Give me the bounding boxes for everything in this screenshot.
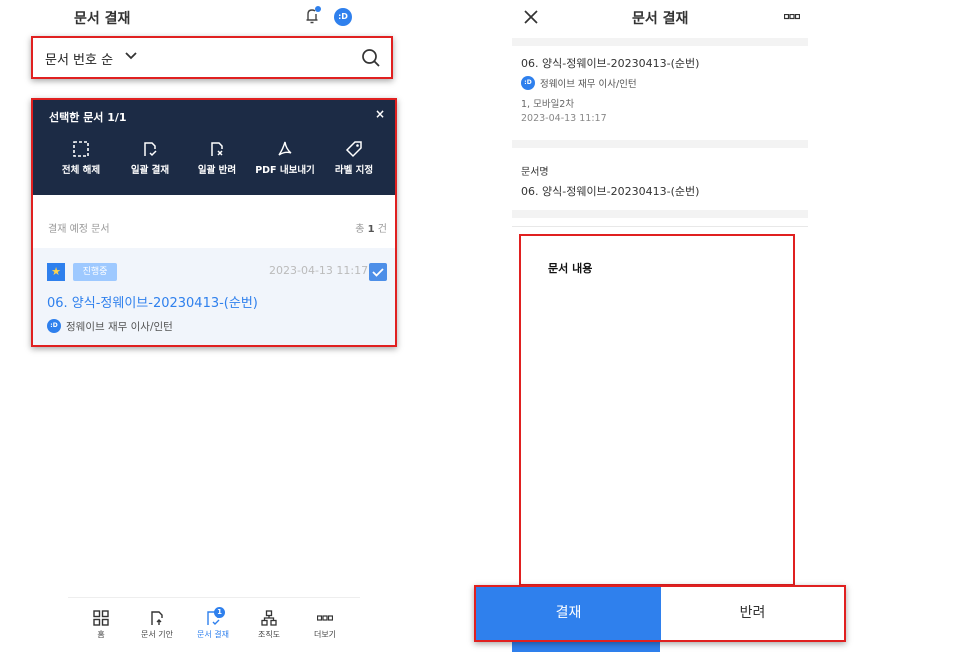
doc-title: 06. 양식-정웨이브-20230413-(순번): [521, 57, 700, 70]
avatar[interactable]: :D: [334, 8, 352, 26]
action-bar: 결재 반려: [474, 585, 846, 642]
close-icon[interactable]: ×: [375, 107, 385, 121]
nav-badge: 1: [214, 607, 225, 618]
nav-label: 조직도: [257, 630, 281, 639]
content-area: 문서 내용: [519, 234, 795, 586]
doc-date: 2023-04-13 11:17: [521, 113, 607, 124]
selection-panel: 선택한 문서 1/1 × 전체 해제 일괄 결재 일괄 반려 PDF 내보내기 …: [31, 98, 397, 347]
nav-label: 문서 기안: [141, 630, 173, 639]
action-label: 라벨 지정: [334, 165, 374, 176]
chevron-down-icon[interactable]: [125, 52, 137, 60]
content-label: 문서 내용: [548, 262, 593, 275]
nav-org[interactable]: 조직도: [241, 610, 297, 640]
org-chart-icon: [261, 610, 277, 626]
author-avatar: :D: [521, 76, 535, 90]
notification-dot: [315, 6, 321, 12]
more-icon: [317, 615, 333, 621]
approve-doc-icon: [144, 142, 157, 157]
divider: [512, 38, 808, 46]
action-label: 일괄 결재: [130, 165, 170, 176]
sort-dropdown-label[interactable]: 문서 번호 순: [45, 49, 113, 68]
close-icon[interactable]: [524, 10, 538, 24]
page-title: 문서 결재: [74, 11, 131, 27]
section-label: 결재 예정 문서: [48, 224, 110, 235]
author-avatar: :D: [47, 319, 61, 333]
page-title: 문서 결재: [632, 11, 689, 27]
action-label: PDF 내보내기: [255, 165, 315, 176]
more-icon[interactable]: [784, 14, 800, 20]
nav-more[interactable]: 더보기: [297, 610, 353, 640]
field-value: 06. 양식-정웨이브-20230413-(순번): [521, 185, 700, 198]
doc-date: 2023-04-13 11:17: [269, 264, 369, 277]
nav-label: 홈: [97, 630, 105, 639]
section-count: 총 1 건: [355, 224, 387, 235]
selection-count: 선택한 문서 1/1: [49, 111, 127, 124]
pdf-icon: [278, 141, 292, 156]
search-icon[interactable]: [361, 48, 381, 68]
pdf-export-button[interactable]: PDF 내보내기: [252, 140, 318, 176]
checkbox[interactable]: [369, 263, 387, 281]
nav-draft[interactable]: 문서 기안: [129, 610, 185, 640]
draft-doc-icon: [151, 611, 163, 625]
select-all-icon: [73, 141, 89, 157]
list-item[interactable]: ★ 진행중 2023-04-13 11:17 06. 양식-정웨이브-20230…: [33, 248, 395, 345]
nav-label: 더보기: [313, 630, 337, 639]
action-label: 전체 해제: [61, 165, 101, 176]
status-badge: 진행중: [73, 263, 117, 281]
approve-button[interactable]: 결재: [476, 587, 661, 640]
approval-step: 1, 모바일2차: [521, 99, 575, 110]
field-label: 문서명: [521, 167, 549, 178]
reject-button[interactable]: 반려: [661, 587, 844, 640]
action-label: 일괄 반려: [197, 165, 237, 176]
check-icon: [372, 268, 384, 277]
nav-home[interactable]: 홈: [73, 610, 129, 640]
grid-icon: [93, 610, 109, 626]
bottom-nav: 홈 문서 기안 1 문서 결재 조직도 더보기: [68, 597, 360, 653]
deselect-all-button[interactable]: 전체 해제: [48, 140, 114, 176]
tag-icon: [345, 141, 362, 158]
divider: [512, 140, 808, 148]
section-header: 결재 예정 문서 총 1 건: [33, 210, 395, 246]
bulk-reject-button[interactable]: 일괄 반려: [184, 140, 250, 176]
label-assign-button[interactable]: 라벨 지정: [321, 140, 387, 176]
doc-title-link[interactable]: 06. 양식-정웨이브-20230413-(순번): [47, 292, 258, 311]
doc-author: 정웨이브 재무 이사/인턴: [66, 321, 173, 333]
divider: [512, 226, 808, 227]
sort-bar: 문서 번호 순: [31, 36, 393, 79]
star-icon[interactable]: ★: [47, 263, 65, 281]
bulk-approve-button[interactable]: 일괄 결재: [117, 140, 183, 176]
doc-author: 정웨이브 재무 이사/인턴: [540, 79, 637, 90]
divider: [512, 210, 808, 218]
nav-approval[interactable]: 1 문서 결재: [185, 607, 241, 640]
nav-label: 문서 결재: [197, 630, 229, 639]
reject-doc-icon: [211, 142, 223, 156]
selection-toolbar: 선택한 문서 1/1 × 전체 해제 일괄 결재 일괄 반려 PDF 내보내기 …: [33, 100, 395, 195]
